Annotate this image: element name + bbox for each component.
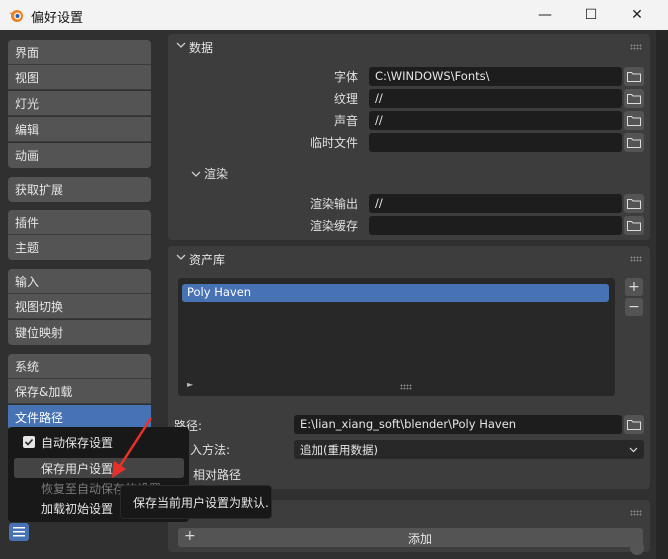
render-output-label: 渲染输出 xyxy=(309,197,358,211)
folder-icon xyxy=(627,94,641,104)
drag-grip-icon[interactable] xyxy=(630,510,642,516)
remove-library-button[interactable]: − xyxy=(625,298,643,316)
background-window-strip xyxy=(656,30,668,559)
folder-icon xyxy=(627,199,641,209)
texture-path-label: 纹理 xyxy=(333,92,358,106)
title-bar: 偏好设置 — ☐ ✕ xyxy=(0,0,668,30)
autosave-preferences-label: 自动保存设置 xyxy=(41,436,114,450)
asset-library-list[interactable]: Poly Haven ► xyxy=(178,278,615,396)
font-path-browse-button[interactable] xyxy=(624,67,644,86)
font-path-label: 字体 xyxy=(333,70,358,84)
chevron-down-icon xyxy=(191,171,201,177)
checkbox-checked-icon xyxy=(23,436,35,448)
sound-path-field[interactable]: // xyxy=(369,111,622,130)
sidebar-item-navigation[interactable]: 视图切换 xyxy=(8,294,151,319)
sidebar-item-keymap[interactable]: 键位映射 xyxy=(8,320,151,345)
sound-path-label: 声音 xyxy=(333,114,358,128)
library-path-browse-button[interactable] xyxy=(624,415,644,434)
resize-grip-icon[interactable] xyxy=(400,384,412,390)
render-output-browse-button[interactable] xyxy=(624,194,644,213)
library-path-field[interactable]: E:\lian_xiang_soft\blender\Poly Haven xyxy=(294,415,622,434)
import-method-value: 追加(重用数据) xyxy=(300,443,378,457)
temp-path-label: 临时文件 xyxy=(309,136,358,150)
sound-path-browse-button[interactable] xyxy=(624,111,644,130)
minimize-icon: — xyxy=(538,7,552,23)
save-preferences-tooltip: 保存当前用户设置为默认. xyxy=(120,485,272,519)
close-icon: ✕ xyxy=(631,7,643,23)
blender-logo-icon xyxy=(9,10,23,22)
sidebar-item-input[interactable]: 输入 xyxy=(8,269,151,294)
minimize-button[interactable]: — xyxy=(522,0,568,30)
panel-resize-handle[interactable] xyxy=(630,541,644,555)
sidebar-item-get-extensions[interactable]: 获取扩展 xyxy=(8,177,151,202)
render-cache-label: 渲染缓存 xyxy=(309,219,358,233)
plus-icon: + xyxy=(628,279,640,295)
data-panel-header[interactable]: 数据 xyxy=(168,34,650,60)
chevron-down-icon xyxy=(176,254,186,260)
sidebar-item-animation[interactable]: 动画 xyxy=(8,143,151,168)
sidebar-item-interface[interactable]: 界面 xyxy=(8,40,151,65)
temp-path-browse-button[interactable] xyxy=(624,133,644,152)
temp-path-field[interactable] xyxy=(369,133,622,152)
sidebar-item-themes[interactable]: 主题 xyxy=(8,235,151,260)
render-cache-browse-button[interactable] xyxy=(624,216,644,235)
chevron-down-icon xyxy=(176,42,186,48)
render-subpanel-title: 渲染 xyxy=(204,167,229,181)
preferences-menu-button[interactable] xyxy=(9,523,29,541)
render-subpanel-header[interactable]: 渲染 xyxy=(190,165,310,181)
sidebar-item-lights[interactable]: 灯光 xyxy=(8,91,151,116)
texture-path-browse-button[interactable] xyxy=(624,89,644,108)
folder-icon xyxy=(627,138,641,148)
texture-path-field[interactable]: // xyxy=(369,89,622,108)
autosave-preferences-toggle[interactable]: 自动保存设置 xyxy=(14,432,184,452)
sidebar-item-save-load[interactable]: 保存&加载 xyxy=(8,379,151,404)
chevron-down-icon xyxy=(629,447,638,453)
folder-icon xyxy=(627,72,641,82)
asset-library-panel-header[interactable]: 资产库 xyxy=(168,246,650,272)
render-cache-field[interactable] xyxy=(369,216,622,235)
folder-icon xyxy=(627,221,641,231)
import-method-dropdown[interactable]: 追加(重用数据) xyxy=(294,440,644,459)
maximize-icon: ☐ xyxy=(584,7,598,23)
window-title: 偏好设置 xyxy=(31,11,84,26)
add-asset-library-label: 添加 xyxy=(408,532,433,546)
save-preferences-item[interactable]: 保存用户设置 xyxy=(14,458,184,478)
add-library-button[interactable]: + xyxy=(625,278,643,296)
plus-icon: + xyxy=(184,528,196,544)
font-path-field[interactable]: C:\WINDOWS\Fonts\ xyxy=(369,67,622,86)
maximize-button[interactable]: ☐ xyxy=(568,0,614,30)
data-panel-title: 数据 xyxy=(189,41,214,55)
drag-grip-icon[interactable] xyxy=(630,44,642,50)
minus-icon: − xyxy=(628,299,640,315)
asset-library-panel-title: 资产库 xyxy=(189,253,226,267)
render-output-field[interactable]: // xyxy=(369,194,622,213)
sidebar-item-editing[interactable]: 编辑 xyxy=(8,117,151,142)
list-item[interactable]: Poly Haven xyxy=(182,284,609,302)
drag-grip-icon[interactable] xyxy=(630,256,642,262)
sidebar-item-system[interactable]: 系统 xyxy=(8,354,151,379)
folder-icon xyxy=(627,420,641,430)
folder-icon xyxy=(627,116,641,126)
sidebar-item-addons[interactable]: 插件 xyxy=(8,210,151,235)
hamburger-menu-icon xyxy=(13,527,25,537)
sidebar-item-viewport[interactable]: 视图 xyxy=(8,65,151,90)
close-button[interactable]: ✕ xyxy=(614,0,660,30)
expand-list-icon[interactable]: ► xyxy=(187,380,193,389)
import-method-label: 入方法: xyxy=(190,443,231,457)
relative-path-label[interactable]: 相对路径 xyxy=(193,466,241,483)
add-asset-library-button[interactable]: + 添加 xyxy=(178,528,643,547)
